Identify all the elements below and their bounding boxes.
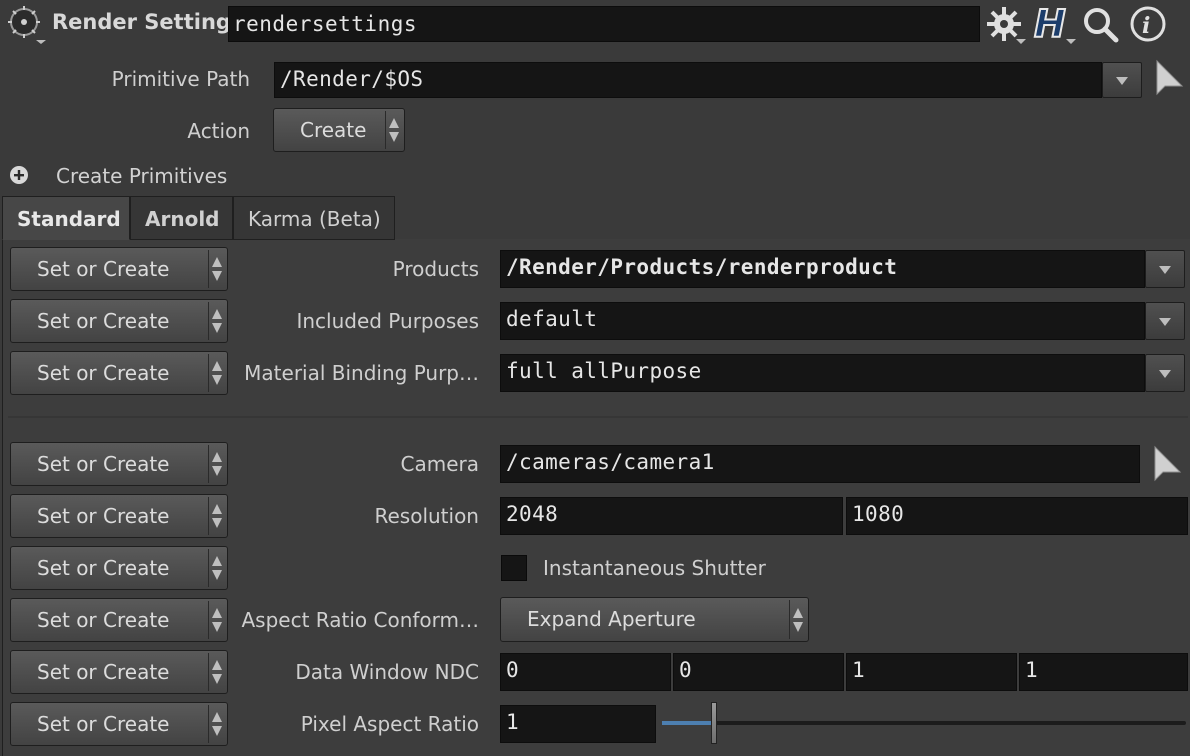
node-type-label: Render Settings <box>52 10 244 34</box>
material-binding-label: Material Binding Purp… <box>244 361 479 385</box>
primitive-path-label: Primitive Path <box>111 67 250 91</box>
updown-arrows-icon <box>212 361 222 385</box>
updown-arrows-icon <box>212 452 222 476</box>
updown-arrows-icon <box>793 607 803 632</box>
tab-arnold[interactable]: Arnold <box>130 196 233 240</box>
render-node-icon[interactable] <box>6 4 46 44</box>
set-or-create-button[interactable]: Set or Create <box>10 299 228 343</box>
products-field[interactable]: /Render/Products/renderproduct <box>500 250 1145 288</box>
set-or-create-button[interactable]: Set or Create <box>10 546 228 590</box>
updown-arrows-icon <box>212 660 222 684</box>
aspect-ratio-menu-button[interactable]: Expand Aperture <box>500 597 809 642</box>
included-purposes-label: Included Purposes <box>296 309 479 333</box>
resolution-x-field[interactable]: 2048 <box>500 497 843 535</box>
svg-text:i: i <box>1142 13 1150 39</box>
set-or-create-button[interactable]: Set or Create <box>10 650 228 694</box>
instantaneous-shutter-checkbox[interactable] <box>501 555 527 581</box>
set-or-create-button[interactable]: Set or Create <box>10 598 228 642</box>
info-icon[interactable]: i <box>1128 4 1168 44</box>
pixel-aspect-label: Pixel Aspect Ratio <box>300 712 479 736</box>
tab-karma[interactable]: Karma (Beta) <box>233 196 395 240</box>
set-or-create-button[interactable]: Set or Create <box>10 442 228 486</box>
material-binding-field[interactable]: full allPurpose <box>500 354 1145 392</box>
gear-icon[interactable] <box>984 4 1028 44</box>
updown-arrows-icon <box>389 118 399 142</box>
select-pointer-icon[interactable] <box>1150 444 1184 484</box>
products-label: Products <box>392 257 479 281</box>
camera-label: Camera <box>400 452 480 476</box>
svg-text:H: H <box>1034 4 1066 44</box>
select-pointer-icon[interactable] <box>1152 58 1186 98</box>
data-window-field-1[interactable]: 0 <box>673 653 844 691</box>
create-primitives-label[interactable]: Create Primitives <box>56 164 227 188</box>
updown-arrows-icon <box>212 257 222 281</box>
data-window-field-2[interactable]: 1 <box>846 653 1017 691</box>
action-value: Create <box>300 118 367 142</box>
resolution-label: Resolution <box>374 504 479 528</box>
action-label: Action <box>187 119 250 143</box>
action-menu-button[interactable]: Create <box>273 108 405 152</box>
updown-arrows-icon <box>212 309 222 333</box>
tab-standard[interactable]: Standard <box>2 196 130 240</box>
updown-arrows-icon <box>212 712 222 736</box>
updown-arrows-icon <box>212 556 222 580</box>
houdini-h-icon[interactable]: H <box>1032 4 1078 44</box>
pixel-aspect-slider-track[interactable] <box>662 721 1186 725</box>
set-or-create-button[interactable]: Set or Create <box>10 702 228 746</box>
updown-arrows-icon <box>212 608 222 632</box>
pixel-aspect-slider-handle[interactable] <box>711 702 718 744</box>
camera-field[interactable]: /cameras/camera1 <box>500 445 1140 483</box>
primitive-path-field[interactable]: /Render/$OS <box>274 62 1102 98</box>
data-window-field-0[interactable]: 0 <box>500 653 671 691</box>
included-purposes-dropdown-button[interactable] <box>1145 302 1185 340</box>
set-or-create-button[interactable]: Set or Create <box>10 494 228 538</box>
resolution-y-field[interactable]: 1080 <box>846 497 1188 535</box>
aspect-ratio-label: Aspect Ratio Conform… <box>241 608 479 632</box>
products-dropdown-button[interactable] <box>1145 250 1185 288</box>
data-window-field-3[interactable]: 1 <box>1019 653 1188 691</box>
included-purposes-field[interactable]: default <box>500 302 1145 340</box>
set-or-create-button[interactable]: Set or Create <box>10 351 228 395</box>
set-or-create-button[interactable]: Set or Create <box>10 247 228 291</box>
search-icon[interactable] <box>1080 4 1122 44</box>
parameter-header: Render Settings rendersettings H i <box>0 0 1190 48</box>
pixel-aspect-slider-fill <box>662 721 715 725</box>
material-binding-dropdown-button[interactable] <box>1145 354 1185 392</box>
pixel-aspect-field[interactable]: 1 <box>500 705 656 743</box>
section-divider <box>8 416 1188 418</box>
expand-plus-icon[interactable] <box>9 165 29 185</box>
node-name-field[interactable]: rendersettings <box>228 6 980 42</box>
instantaneous-shutter-label: Instantaneous Shutter <box>543 556 766 580</box>
primitive-path-dropdown-button[interactable] <box>1102 62 1142 98</box>
data-window-label: Data Window NDC <box>295 660 479 684</box>
updown-arrows-icon <box>212 504 222 528</box>
